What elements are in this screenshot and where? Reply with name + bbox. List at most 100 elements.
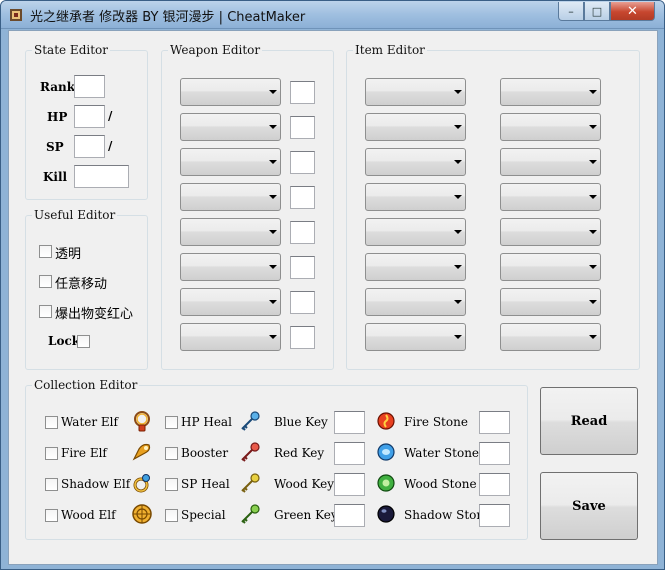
item-select-a-8-value [367,325,448,349]
chevron-down-icon [454,265,462,269]
chevron-down-icon [269,90,277,94]
chevron-down-icon [269,230,277,234]
hp-heal-checkbox[interactable] [165,416,178,429]
free-move-label: 任意移动 [55,277,108,292]
rank-label: Rank [40,80,76,94]
weapon-select-4[interactable] [180,183,281,211]
weapon-qty-input-1[interactable] [290,81,315,104]
save-button[interactable]: Save [540,472,638,540]
weapon-select-6-value [182,255,263,279]
maximize-button[interactable]: □ [584,2,610,21]
item-select-b-2[interactable] [500,113,601,141]
app-icon [10,9,22,21]
title-bar[interactable]: 光之继承者 修改器 BY 银河漫步 | CheatMaker – □ ✕ [1,1,664,29]
special-checkbox[interactable] [165,509,178,522]
chevron-down-icon [454,160,462,164]
blue-key-input[interactable] [334,411,365,434]
weapon-select-3[interactable] [180,148,281,176]
item-select-a-1-value [367,80,448,104]
weapon-select-2[interactable] [180,113,281,141]
item-select-a-4[interactable] [365,183,466,211]
weapon-select-3-value [182,150,263,174]
weapon-qty-input-7[interactable] [290,291,315,314]
free-move-checkbox[interactable] [39,275,52,288]
item-select-b-3[interactable] [500,148,601,176]
item-select-b-8[interactable] [500,323,601,351]
shadow-stone-input[interactable] [479,504,510,527]
green-key-icon [241,504,260,524]
green-key-label: Green Key [274,508,338,522]
item-select-a-8[interactable] [365,323,466,351]
drops-heart-checkbox[interactable] [39,305,52,318]
item-select-b-4[interactable] [500,183,601,211]
booster-label: Booster [181,446,229,460]
weapon-select-7-value [182,290,263,314]
weapon-select-5[interactable] [180,218,281,246]
chevron-down-icon [454,90,462,94]
fire-elf-label: Fire Elf [61,446,107,460]
wood-elf-checkbox[interactable] [45,509,58,522]
useful-editor-title: Useful Editor [32,208,118,222]
sp-input[interactable] [74,135,105,158]
window-title: 光之继承者 修改器 BY 银河漫步 | CheatMaker [30,10,306,25]
item-select-b-7[interactable] [500,288,601,316]
item-select-a-2-value [367,115,448,139]
sp-heal-checkbox[interactable] [165,478,178,491]
weapon-select-8[interactable] [180,323,281,351]
item-select-a-6[interactable] [365,253,466,281]
weapon-select-7[interactable] [180,288,281,316]
special-label: Special [181,508,226,522]
lock-checkbox[interactable] [77,335,90,348]
item-select-a-5-value [367,220,448,244]
sp-heal-label: SP Heal [181,477,230,491]
item-select-a-2[interactable] [365,113,466,141]
item-select-a-3[interactable] [365,148,466,176]
hp-input[interactable] [74,105,105,128]
water-elf-checkbox[interactable] [45,416,58,429]
chevron-down-icon [454,230,462,234]
close-button[interactable]: ✕ [610,2,655,21]
chevron-down-icon [589,265,597,269]
item-select-b-5[interactable] [500,218,601,246]
booster-checkbox[interactable] [165,447,178,460]
item-select-b-6[interactable] [500,253,601,281]
wood-key-input[interactable] [334,473,365,496]
minimize-button[interactable]: – [558,2,584,21]
weapon-select-1[interactable] [180,78,281,106]
weapon-qty-input-5[interactable] [290,221,315,244]
wood-key-icon [241,473,260,493]
shadow-elf-checkbox[interactable] [45,478,58,491]
item-select-a-1[interactable] [365,78,466,106]
weapon-select-6[interactable] [180,253,281,281]
weapon-qty-input-2[interactable] [290,116,315,139]
medallion-icon [132,504,152,524]
red-key-input[interactable] [334,442,365,465]
item-select-a-6-value [367,255,448,279]
item-select-a-7[interactable] [365,288,466,316]
weapon-qty-input-6[interactable] [290,256,315,279]
weapon-qty-input-4[interactable] [290,186,315,209]
chevron-down-icon [454,195,462,199]
hp-heal-label: HP Heal [181,415,232,429]
chevron-down-icon [269,195,277,199]
transparent-checkbox[interactable] [39,245,52,258]
lock-label: Lock [48,334,81,348]
water-stone-input[interactable] [479,442,510,465]
green-key-input[interactable] [334,504,365,527]
red-key-icon [241,442,260,462]
drops-heart-label: 爆出物变红心 [55,307,134,322]
item-select-a-5[interactable] [365,218,466,246]
item-select-a-7-value [367,290,448,314]
fire-elf-checkbox[interactable] [45,447,58,460]
weapon-qty-input-3[interactable] [290,151,315,174]
rank-input[interactable] [74,75,105,98]
kill-input[interactable] [74,165,129,188]
collection-editor-title: Collection Editor [32,378,140,392]
weapon-qty-input-8[interactable] [290,326,315,349]
wood-stone-input[interactable] [479,473,510,496]
read-button[interactable]: Read [540,387,638,455]
item-select-b-1-value [502,80,583,104]
item-select-b-1[interactable] [500,78,601,106]
chevron-down-icon [589,125,597,129]
fire-stone-input[interactable] [479,411,510,434]
